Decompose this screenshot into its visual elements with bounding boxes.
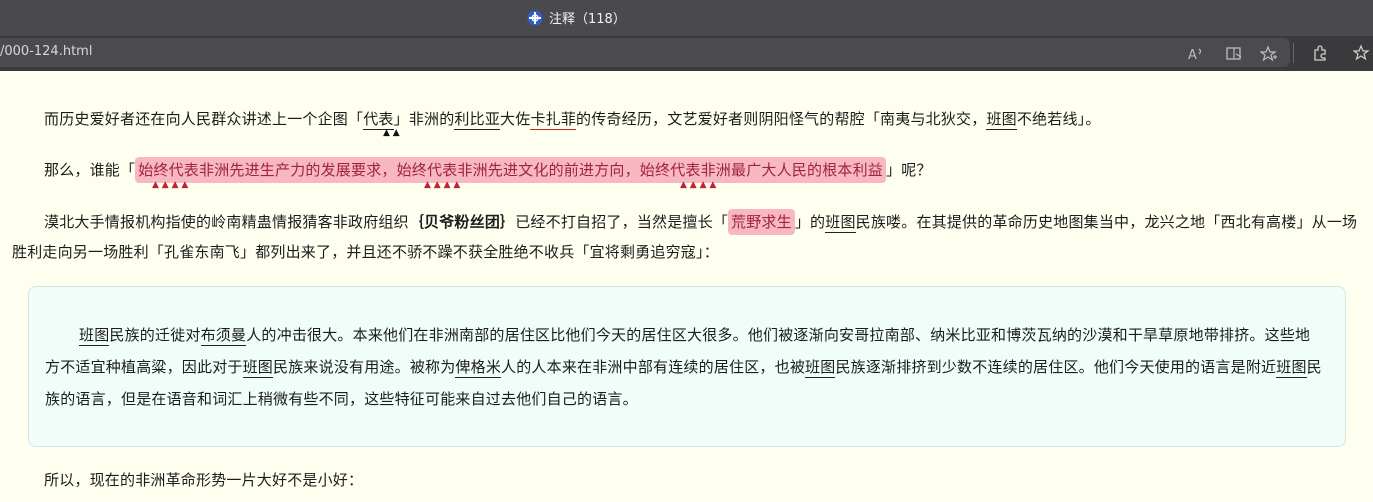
term-link-pygmy[interactable]: 俾格米 [455, 358, 502, 378]
read-aloud-icon[interactable]: A [1186, 44, 1206, 64]
term-link-daibiao[interactable]: 代表 [363, 110, 394, 130]
emphasis-marks: ▲ ▲ ▲ ▲ [680, 180, 717, 190]
text: 」呢？ [886, 161, 932, 179]
tab-title-group: 注释（118） [527, 8, 626, 27]
site-logo-icon [527, 10, 543, 26]
tab-title: 注释（118） [549, 12, 626, 27]
term-link-gaddafi[interactable]: 卡扎菲 [530, 110, 577, 130]
term-link-bantu[interactable]: 班图 [986, 110, 1017, 130]
text: 民族来说没有用途。被称为 [273, 358, 456, 376]
text: 那么，谁能「 [44, 161, 136, 179]
text: 的传奇经历，文艺爱好者则阴阳怪气的帮腔「南夷与北狄交， [576, 110, 987, 128]
extensions-icon[interactable] [1310, 43, 1330, 63]
immersive-reader-icon[interactable] [1224, 44, 1244, 64]
term-link-bantu[interactable]: 班图 [242, 358, 274, 378]
paragraph-3: 漠北大手情报机构指使的岭南精蛊情报猜客非政府组织｛贝爷粉丝团｝已经不打自招了，当… [12, 207, 1362, 267]
page-content: 而历史爱好者还在向人民群众讲述上一个企图「代表」非洲的利比亚大佐卡扎菲的传奇经历… [0, 71, 1373, 502]
url-text[interactable]: /000-124.html [0, 44, 92, 59]
emphasis-marks: ▲ ▲ ▲ ▲ [152, 180, 189, 190]
text: 已经不打自招了，当然是擅长「 [515, 213, 729, 231]
text: 漠北大手情报机构指使的岭南精蛊情报猜客非政府组织 [44, 213, 409, 231]
annotation-box: 班图民族的迁徙对布须曼人的冲击很大。本来他们在非洲南部的居住区比他们今天的居住区… [28, 286, 1346, 447]
favorites-icon[interactable] [1352, 43, 1372, 63]
annotation-text: 班图民族的迁徙对布须曼人的冲击很大。本来他们在非洲南部的居住区比他们今天的居住区… [45, 319, 1325, 415]
term-link-bantu[interactable]: 班图 [1276, 358, 1307, 378]
window-titlebar: 注释（118） [0, 0, 1373, 36]
text: 大佐 [500, 110, 531, 128]
text: 」非洲的 [393, 110, 455, 128]
term-link-bantu[interactable]: 班图 [79, 326, 110, 346]
term-link-bantu[interactable]: 班图 [825, 213, 856, 233]
term-link-libya[interactable]: 利比亚 [454, 110, 501, 130]
paragraph-4: 所以，现在的非洲革命形势一片大好不是小好： [12, 465, 1362, 495]
text: 人的人本来在非洲中部有连续的居住区，也被 [501, 358, 806, 376]
text: 不绝若线」。 [1016, 110, 1101, 128]
url-field[interactable]: /000-124.html A [0, 38, 1290, 67]
term-link-bushmen[interactable]: 布须曼 [200, 326, 247, 346]
text: 民族的迁徙对 [109, 326, 201, 344]
text: 」的 [794, 213, 826, 231]
emphasis-marks: ▲ ▲ [383, 128, 400, 138]
text: 而历史爱好者还在向人民群众讲述上一个企图「 [44, 110, 364, 128]
paragraph-1: 而历史爱好者还在向人民群众讲述上一个企图「代表」非洲的利比亚大佐卡扎菲的传奇经历… [12, 104, 1362, 134]
text: 所以，现在的非洲革命形势一片大好不是小好： [44, 471, 364, 489]
add-favorite-icon[interactable] [1259, 44, 1279, 64]
highlighted-term[interactable]: 荒野求生 [728, 209, 795, 235]
term-link-bantu[interactable]: 班图 [805, 358, 836, 378]
org-name: ｛贝爷粉丝团｝ [408, 213, 516, 231]
highlighted-quote[interactable]: 始终代表非洲先进生产力的发展要求，始终代表非洲先进文化的前进方向，始终代表非洲最… [135, 157, 887, 183]
toolbar-divider [1293, 43, 1294, 63]
text: 民族逐渐排挤到少数不连续的居住区。他们今天使用的语言是附近 [835, 358, 1277, 376]
address-bar: /000-124.html A [0, 36, 1373, 71]
svg-text:A: A [1188, 48, 1197, 63]
emphasis-marks: ▲ ▲ ▲ ▲ [424, 180, 461, 190]
